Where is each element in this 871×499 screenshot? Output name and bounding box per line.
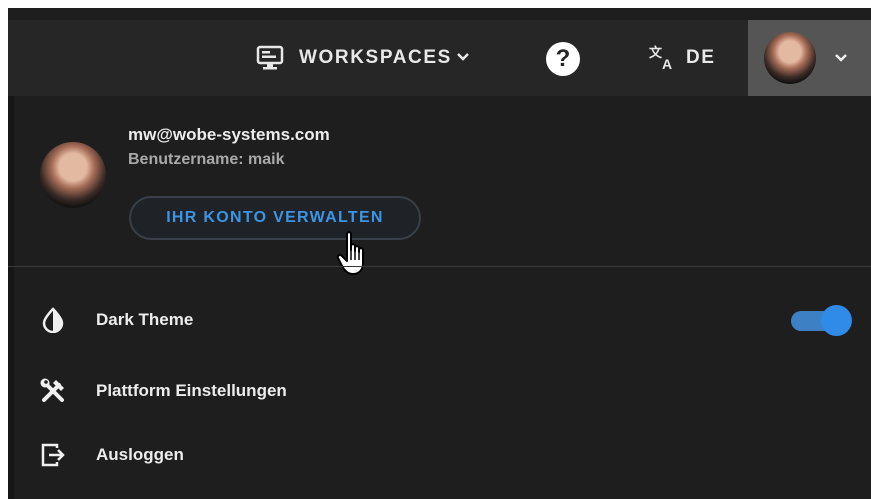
help-button[interactable]: ? [546,42,580,76]
dark-theme-toggle[interactable] [791,305,853,336]
dark-theme-label: Dark Theme [96,310,194,329]
top-navigation-bar: WORKSPACES ? 文 A DE [8,20,871,96]
contrast-icon [38,305,68,335]
toggle-knob [821,305,852,336]
menu-item-logout[interactable]: Ausloggen [8,430,871,480]
logout-label: Ausloggen [96,445,184,464]
menu-item-dark-theme[interactable]: Dark Theme [8,295,871,345]
user-email: mw@wobe-systems.com [128,125,330,144]
svg-text:A: A [662,56,674,72]
user-name: Benutzername: maik [128,151,285,168]
user-menu-button[interactable] [748,20,871,96]
translate-icon: 文 A [648,43,678,73]
workspaces-label: WORKSPACES [299,47,452,68]
avatar [764,32,816,84]
chevron-down-icon [456,48,470,62]
divider [8,266,871,267]
hand-cursor-icon [336,230,372,278]
platform-settings-label: Plattform Einstellungen [96,381,287,400]
workspaces-menu[interactable]: WORKSPACES [256,20,470,96]
logout-icon [38,440,68,470]
menu-item-platform-settings[interactable]: Plattform Einstellungen [8,366,871,416]
chevron-down-icon [834,51,848,65]
app-frame: WORKSPACES ? 文 A DE mw@wobe-systems.com … [8,8,871,499]
tools-icon [38,376,68,406]
help-icon: ? [555,45,571,72]
language-code: DE [686,47,716,68]
manage-account-button[interactable]: IHR KONTO VERWALTEN [129,196,421,240]
language-selector[interactable]: 文 A DE [648,20,715,96]
profile-avatar [40,142,106,208]
monitor-icon [256,45,286,71]
